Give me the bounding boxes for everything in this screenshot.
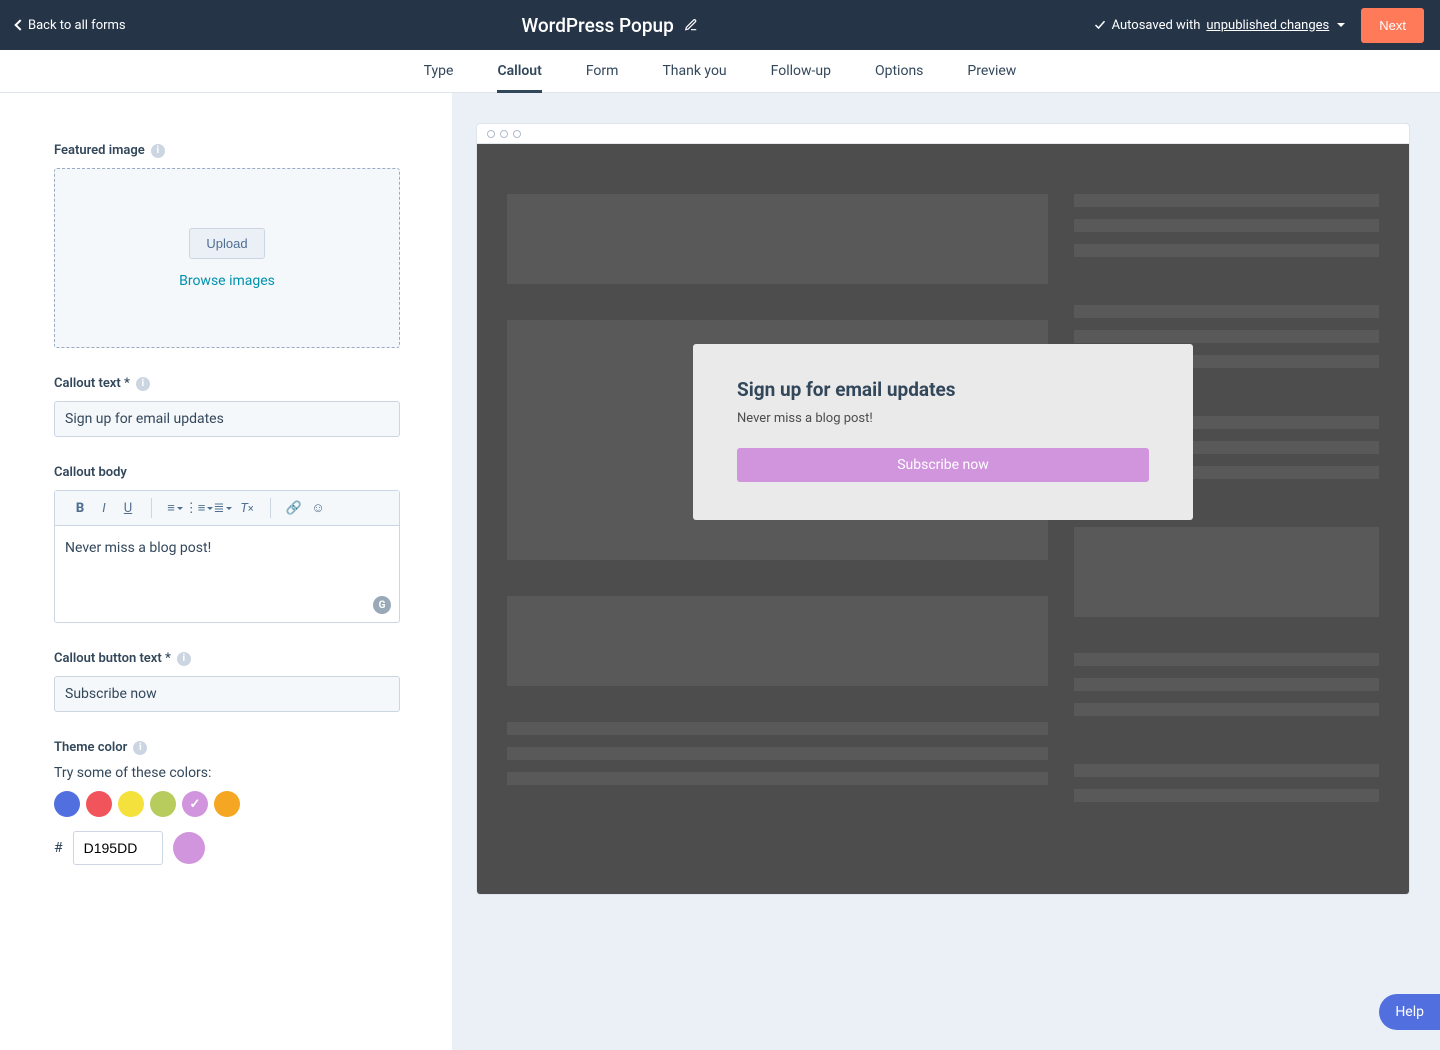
page-title: WordPress Popup: [521, 14, 673, 37]
preview-panel: Sign up for email updates Never miss a b…: [452, 93, 1440, 1050]
callout-body-group: Callout body B I U ≡ ⋮≡ ≣ T×: [54, 465, 400, 623]
check-icon: [1094, 19, 1106, 31]
unpublished-changes-link[interactable]: unpublished changes: [1206, 18, 1329, 33]
upload-dropzone[interactable]: Upload Browse images: [54, 168, 400, 348]
tab-type[interactable]: Type: [402, 50, 476, 92]
editor-panel: Featured image i Upload Browse images Ca…: [0, 93, 452, 1050]
skeleton-line: [1074, 244, 1379, 257]
autosave-prefix: Autosaved with: [1112, 18, 1201, 33]
skeleton-line: [507, 747, 1048, 760]
skeleton-block: [507, 596, 1048, 686]
callout-button-label: Callout button text * i: [54, 651, 400, 666]
info-icon[interactable]: i: [133, 741, 147, 755]
rte-toolbar: B I U ≡ ⋮≡ ≣ T× 🔗 ☺: [55, 491, 399, 526]
callout-body-label: Callout body: [54, 465, 400, 480]
color-swatch[interactable]: [86, 791, 112, 817]
skeleton-line: [1074, 194, 1379, 207]
popup-cta-button[interactable]: Subscribe now: [737, 448, 1149, 482]
hex-input[interactable]: [73, 831, 163, 865]
info-icon[interactable]: i: [151, 144, 165, 158]
grammarly-icon: G: [373, 596, 391, 614]
skeleton-line: [1074, 305, 1379, 318]
swatch-row: [54, 791, 400, 817]
tab-bar: Type Callout Form Thank you Follow-up Op…: [0, 50, 1440, 93]
callout-button-group: Callout button text * i: [54, 651, 400, 712]
color-swatch-selected[interactable]: [182, 791, 208, 817]
browse-images-link[interactable]: Browse images: [179, 273, 275, 289]
featured-image-group: Featured image i Upload Browse images: [54, 143, 400, 348]
skeleton-block: [507, 194, 1048, 284]
skeleton-line: [1074, 330, 1379, 343]
hex-preview-swatch: [173, 832, 205, 864]
tab-preview[interactable]: Preview: [945, 50, 1038, 92]
theme-color-label: Theme color i: [54, 740, 400, 755]
window-dot-icon: [513, 130, 521, 138]
main-layout: Featured image i Upload Browse images Ca…: [0, 93, 1440, 1050]
hash-label: #: [54, 840, 63, 856]
color-swatch[interactable]: [54, 791, 80, 817]
color-swatch[interactable]: [214, 791, 240, 817]
clear-format-button[interactable]: T×: [236, 497, 258, 519]
caret-down-icon[interactable]: [1337, 23, 1345, 27]
info-icon[interactable]: i: [177, 652, 191, 666]
emoji-button[interactable]: ☺: [307, 497, 329, 519]
help-button[interactable]: Help: [1379, 994, 1440, 1030]
tab-options[interactable]: Options: [853, 50, 945, 92]
browser-frame: Sign up for email updates Never miss a b…: [476, 123, 1410, 895]
skeleton-line: [507, 722, 1048, 735]
italic-button[interactable]: I: [93, 497, 115, 519]
page-title-wrap: WordPress Popup: [126, 14, 1094, 37]
link-button[interactable]: 🔗: [283, 497, 305, 519]
hex-row: #: [54, 831, 400, 865]
align-button[interactable]: ≡: [164, 497, 186, 519]
callout-text-group: Callout text * i: [54, 376, 400, 437]
try-colors-text: Try some of these colors:: [54, 765, 400, 781]
tab-callout[interactable]: Callout: [475, 50, 563, 92]
rich-text-editor: B I U ≡ ⋮≡ ≣ T× 🔗 ☺: [54, 490, 400, 623]
app-header: Back to all forms WordPress Popup Autosa…: [0, 0, 1440, 50]
browser-chrome: [477, 124, 1409, 144]
rte-textarea[interactable]: Never miss a blog post! G: [55, 526, 399, 622]
color-swatch[interactable]: [118, 791, 144, 817]
bullet-list-button[interactable]: ⋮≡: [188, 497, 210, 519]
window-dot-icon: [500, 130, 508, 138]
tab-follow-up[interactable]: Follow-up: [749, 50, 853, 92]
skeleton-line: [1074, 653, 1379, 666]
info-icon[interactable]: i: [136, 377, 150, 391]
tab-form[interactable]: Form: [564, 50, 641, 92]
preview-viewport: Sign up for email updates Never miss a b…: [477, 144, 1409, 894]
skeleton-line: [1074, 678, 1379, 691]
window-dot-icon: [487, 130, 495, 138]
back-label: Back to all forms: [28, 18, 126, 33]
skeleton-line: [1074, 789, 1379, 802]
skeleton-block: [1074, 527, 1379, 617]
popup-title: Sign up for email updates: [737, 378, 1149, 401]
skeleton-line: [1074, 219, 1379, 232]
popup-body: Never miss a blog post!: [737, 411, 1149, 426]
underline-button[interactable]: U: [117, 497, 139, 519]
numbered-list-button[interactable]: ≣: [212, 497, 234, 519]
callout-text-label: Callout text * i: [54, 376, 400, 391]
skeleton-line: [1074, 703, 1379, 716]
skeleton-line: [507, 772, 1048, 785]
featured-image-label: Featured image i: [54, 143, 400, 158]
upload-button[interactable]: Upload: [189, 228, 264, 259]
preview-popup: Sign up for email updates Never miss a b…: [693, 344, 1193, 520]
next-button[interactable]: Next: [1361, 8, 1424, 43]
autosave-status: Autosaved with unpublished changes: [1094, 18, 1346, 33]
callout-button-input[interactable]: [54, 676, 400, 712]
tab-thank-you[interactable]: Thank you: [640, 50, 748, 92]
color-swatch[interactable]: [150, 791, 176, 817]
skeleton-line: [1074, 764, 1379, 777]
theme-color-group: Theme color i Try some of these colors: …: [54, 740, 400, 865]
chevron-left-icon: [14, 19, 25, 30]
edit-pencil-icon[interactable]: [684, 18, 698, 32]
callout-text-input[interactable]: [54, 401, 400, 437]
bold-button[interactable]: B: [69, 497, 91, 519]
back-to-forms-link[interactable]: Back to all forms: [16, 18, 126, 33]
